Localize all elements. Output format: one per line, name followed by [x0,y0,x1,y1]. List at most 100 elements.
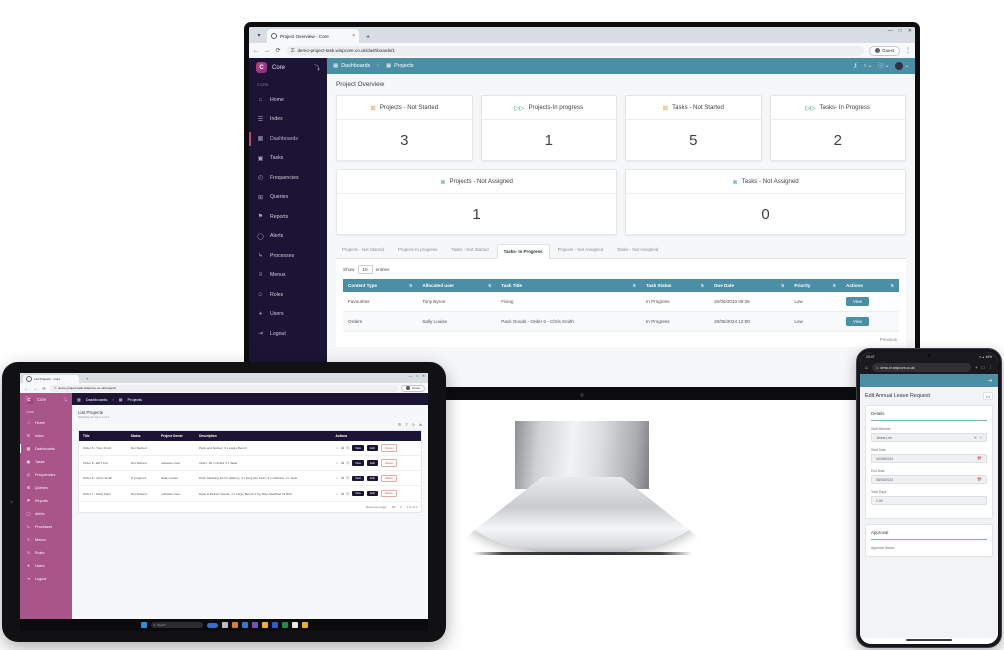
sidebar-item-reports[interactable]: ⚑ Reports [249,207,327,227]
tablet-sidebar-item-index[interactable]: ☰ Index [20,429,72,442]
sort-icon[interactable]: ⇅ [701,283,704,288]
help-icon[interactable]: ⓘ ⌄ [878,62,889,70]
kpi-card[interactable]: ⊠ Tasks - Not Started 5 [625,95,762,161]
tablet-sidebar-brand[interactable]: C Core ⤵ [20,393,72,406]
tablet-window-minimize-icon[interactable]: — [409,374,412,378]
tablet-toolbar-icon-1[interactable]: ▽ [405,423,408,427]
tablet-sidebar-item-reports[interactable]: ⚑ Reports [20,494,72,507]
tablet-browser-tab[interactable]: List Projects - Core [23,375,79,383]
tablet-copilot-icon[interactable] [206,622,218,628]
tablet-table-row[interactable]: Order 6 - Chris Smith In progress Sally Lo… [79,470,421,487]
copy-icon[interactable]: ⧉ [341,476,344,480]
tablet-column-header[interactable]: Actions [331,431,421,441]
kpi-card[interactable]: ⊗ Projects - Not Assigned 1 [336,169,617,235]
column-header[interactable]: Task Status ⇅ [641,279,710,292]
tablet-taskview-icon[interactable] [221,622,228,628]
back-icon[interactable]: ← [253,48,259,54]
favourite-star-icon[interactable]: ☆ [336,492,339,496]
tablet-sidebar-item-frequencies[interactable]: ◴ Frequencies [20,468,72,481]
tab-1[interactable]: Projects-In progress [392,243,443,258]
tablet-sidebar-item-tasks[interactable]: ▣ Tasks [20,455,72,468]
tablet-notes-icon[interactable] [301,622,308,628]
tablet-table-row[interactable]: Order 7 - Dolly Farm Not Started software … [79,485,421,502]
calendar-icon[interactable]: 📅 [977,456,982,461]
tablet-sidebar-item-processes[interactable]: ↳ Processes [20,520,72,533]
notifications-bell-icon[interactable]: ○ ⌄ [863,63,872,69]
browser-tab[interactable]: Project Overview - Core × [267,29,359,43]
tablet-new-tab-icon[interactable]: + [86,376,88,381]
note-icon[interactable]: ⎘ [346,476,349,480]
tablet-toolbar-icon-0[interactable]: ☰ [398,423,401,427]
sidebar-item-index[interactable]: ☰ Index [249,110,327,130]
tab-5[interactable]: Tasks - Not Assigned [611,243,664,258]
phone-more-actions-icon[interactable]: ••• [983,392,993,400]
phone-field-staff-member[interactable]: Jenna Lee ✕ + [871,433,987,442]
column-header[interactable]: Due Date ⇅ [709,279,790,292]
calendar-icon[interactable]: 📅 [977,477,982,482]
sidebar-item-processes[interactable]: ↳ Processes [249,246,327,266]
sort-icon[interactable]: ⇅ [488,283,491,288]
tablet-window-close-icon[interactable]: ✕ [422,374,425,378]
column-header[interactable]: Content Type ⇅ [343,279,418,292]
tablet-profile-chip[interactable]: Guest [401,384,425,392]
tablet-window-maximize-icon[interactable]: □ [416,374,418,378]
window-maximize-icon[interactable]: □ [899,28,902,34]
profile-chip[interactable]: Guest [869,45,900,56]
tablet-column-header[interactable]: Title [79,431,127,441]
note-icon[interactable]: ⎘ [346,492,349,496]
tablet-toolbar-icon-3[interactable]: ⊕ [419,423,422,427]
tablet-sidebar-item-home[interactable]: ⌂ Home [20,416,72,429]
tablet-delete-button[interactable]: Delete [380,474,398,483]
kpi-card[interactable]: ⊗ Tasks - Not Assigned 0 [625,169,906,235]
tablet-sidebar-item-queries[interactable]: ⊞ Queries [20,481,72,494]
view-button[interactable]: View [846,317,870,326]
tablet-view-button[interactable]: View [351,445,365,451]
tablet-edit-button[interactable]: Edit [366,490,379,497]
address-bar[interactable]: ⚿ demo-project-task.wispcore.co.uk/dashb… [286,45,865,56]
new-tab-icon[interactable]: + [366,34,370,41]
breadcrumb-projects[interactable]: ▦ Projects [386,63,414,69]
tablet-column-header[interactable]: Description [195,431,332,441]
tablet-edit-button[interactable]: Edit [366,460,379,467]
tab-2[interactable]: Tasks - Not Started [445,243,494,258]
note-icon[interactable]: ⎘ [346,446,349,450]
sort-icon[interactable]: ⇅ [891,283,894,288]
sidebar-item-alerts[interactable]: ◯ Alerts [249,227,327,247]
tablet-breadcrumb-dashboards[interactable]: Dashboards [86,397,108,402]
sidebar-item-menus[interactable]: ≡ Menus [249,266,327,286]
window-minimize-icon[interactable]: — [888,28,893,34]
tablet-address-bar[interactable]: ⚿ demo-project-task.wispcore.co.uk/proje… [50,384,399,392]
tablet-edit-button[interactable]: Edit [366,475,379,482]
tab-close-icon[interactable]: × [352,33,355,39]
sidebar-item-dashboards[interactable]: ▦ Dashboards [249,129,327,149]
tablet-teams-icon[interactable] [251,622,258,628]
phone-tabs-icon[interactable]: □ [982,365,985,370]
tablet-delete-button[interactable]: Delete [380,444,398,452]
sidebar-item-frequencies[interactable]: ◴ Frequencies [249,168,327,188]
tablet-sidebar-item-dashboards[interactable]: ▦ Dashboards [20,442,72,455]
sidebar-item-logout[interactable]: ⇥ Logout [249,324,327,344]
sort-icon[interactable]: ⇅ [633,283,636,288]
sidebar-brand[interactable]: C Core ⤵ [249,58,327,77]
tablet-view-button[interactable]: View [351,460,365,467]
phone-field-total-days[interactable]: 2.00 [871,496,987,505]
reload-icon[interactable]: ⟳ [275,47,281,54]
add-icon[interactable]: + [980,436,982,440]
tablet-sidebar-item-alerts[interactable]: ◯ Alerts [20,507,72,520]
tablet-explorer-icon[interactable] [261,622,268,628]
kpi-card[interactable]: ▷▷ Projects-In progress 1 [480,95,617,161]
column-header[interactable]: Task Title ⇅ [496,279,642,292]
sort-icon[interactable]: ⇅ [409,283,412,288]
sidebar-item-users[interactable]: ⚹ Users [249,305,327,325]
copy-icon[interactable]: ⧉ [341,461,344,465]
tablet-word-icon[interactable] [271,622,278,628]
sidebar-item-roles[interactable]: ☺ Roles [249,285,327,305]
pagination-previous-button[interactable]: Previous [880,337,897,342]
tablet-view-button[interactable]: View [351,490,365,497]
phone-field-end-date[interactable]: 08/05/2024 📅 [871,475,987,484]
sidebar-item-queries[interactable]: ⊞ Queries [249,188,327,208]
tablet-column-header[interactable]: Project Owner [157,431,196,441]
tablet-breadcrumb-projects[interactable]: Projects [127,397,141,402]
phone-menu-icon[interactable]: ⋮ [988,365,993,371]
tablet-delete-button[interactable]: Delete [380,489,398,498]
